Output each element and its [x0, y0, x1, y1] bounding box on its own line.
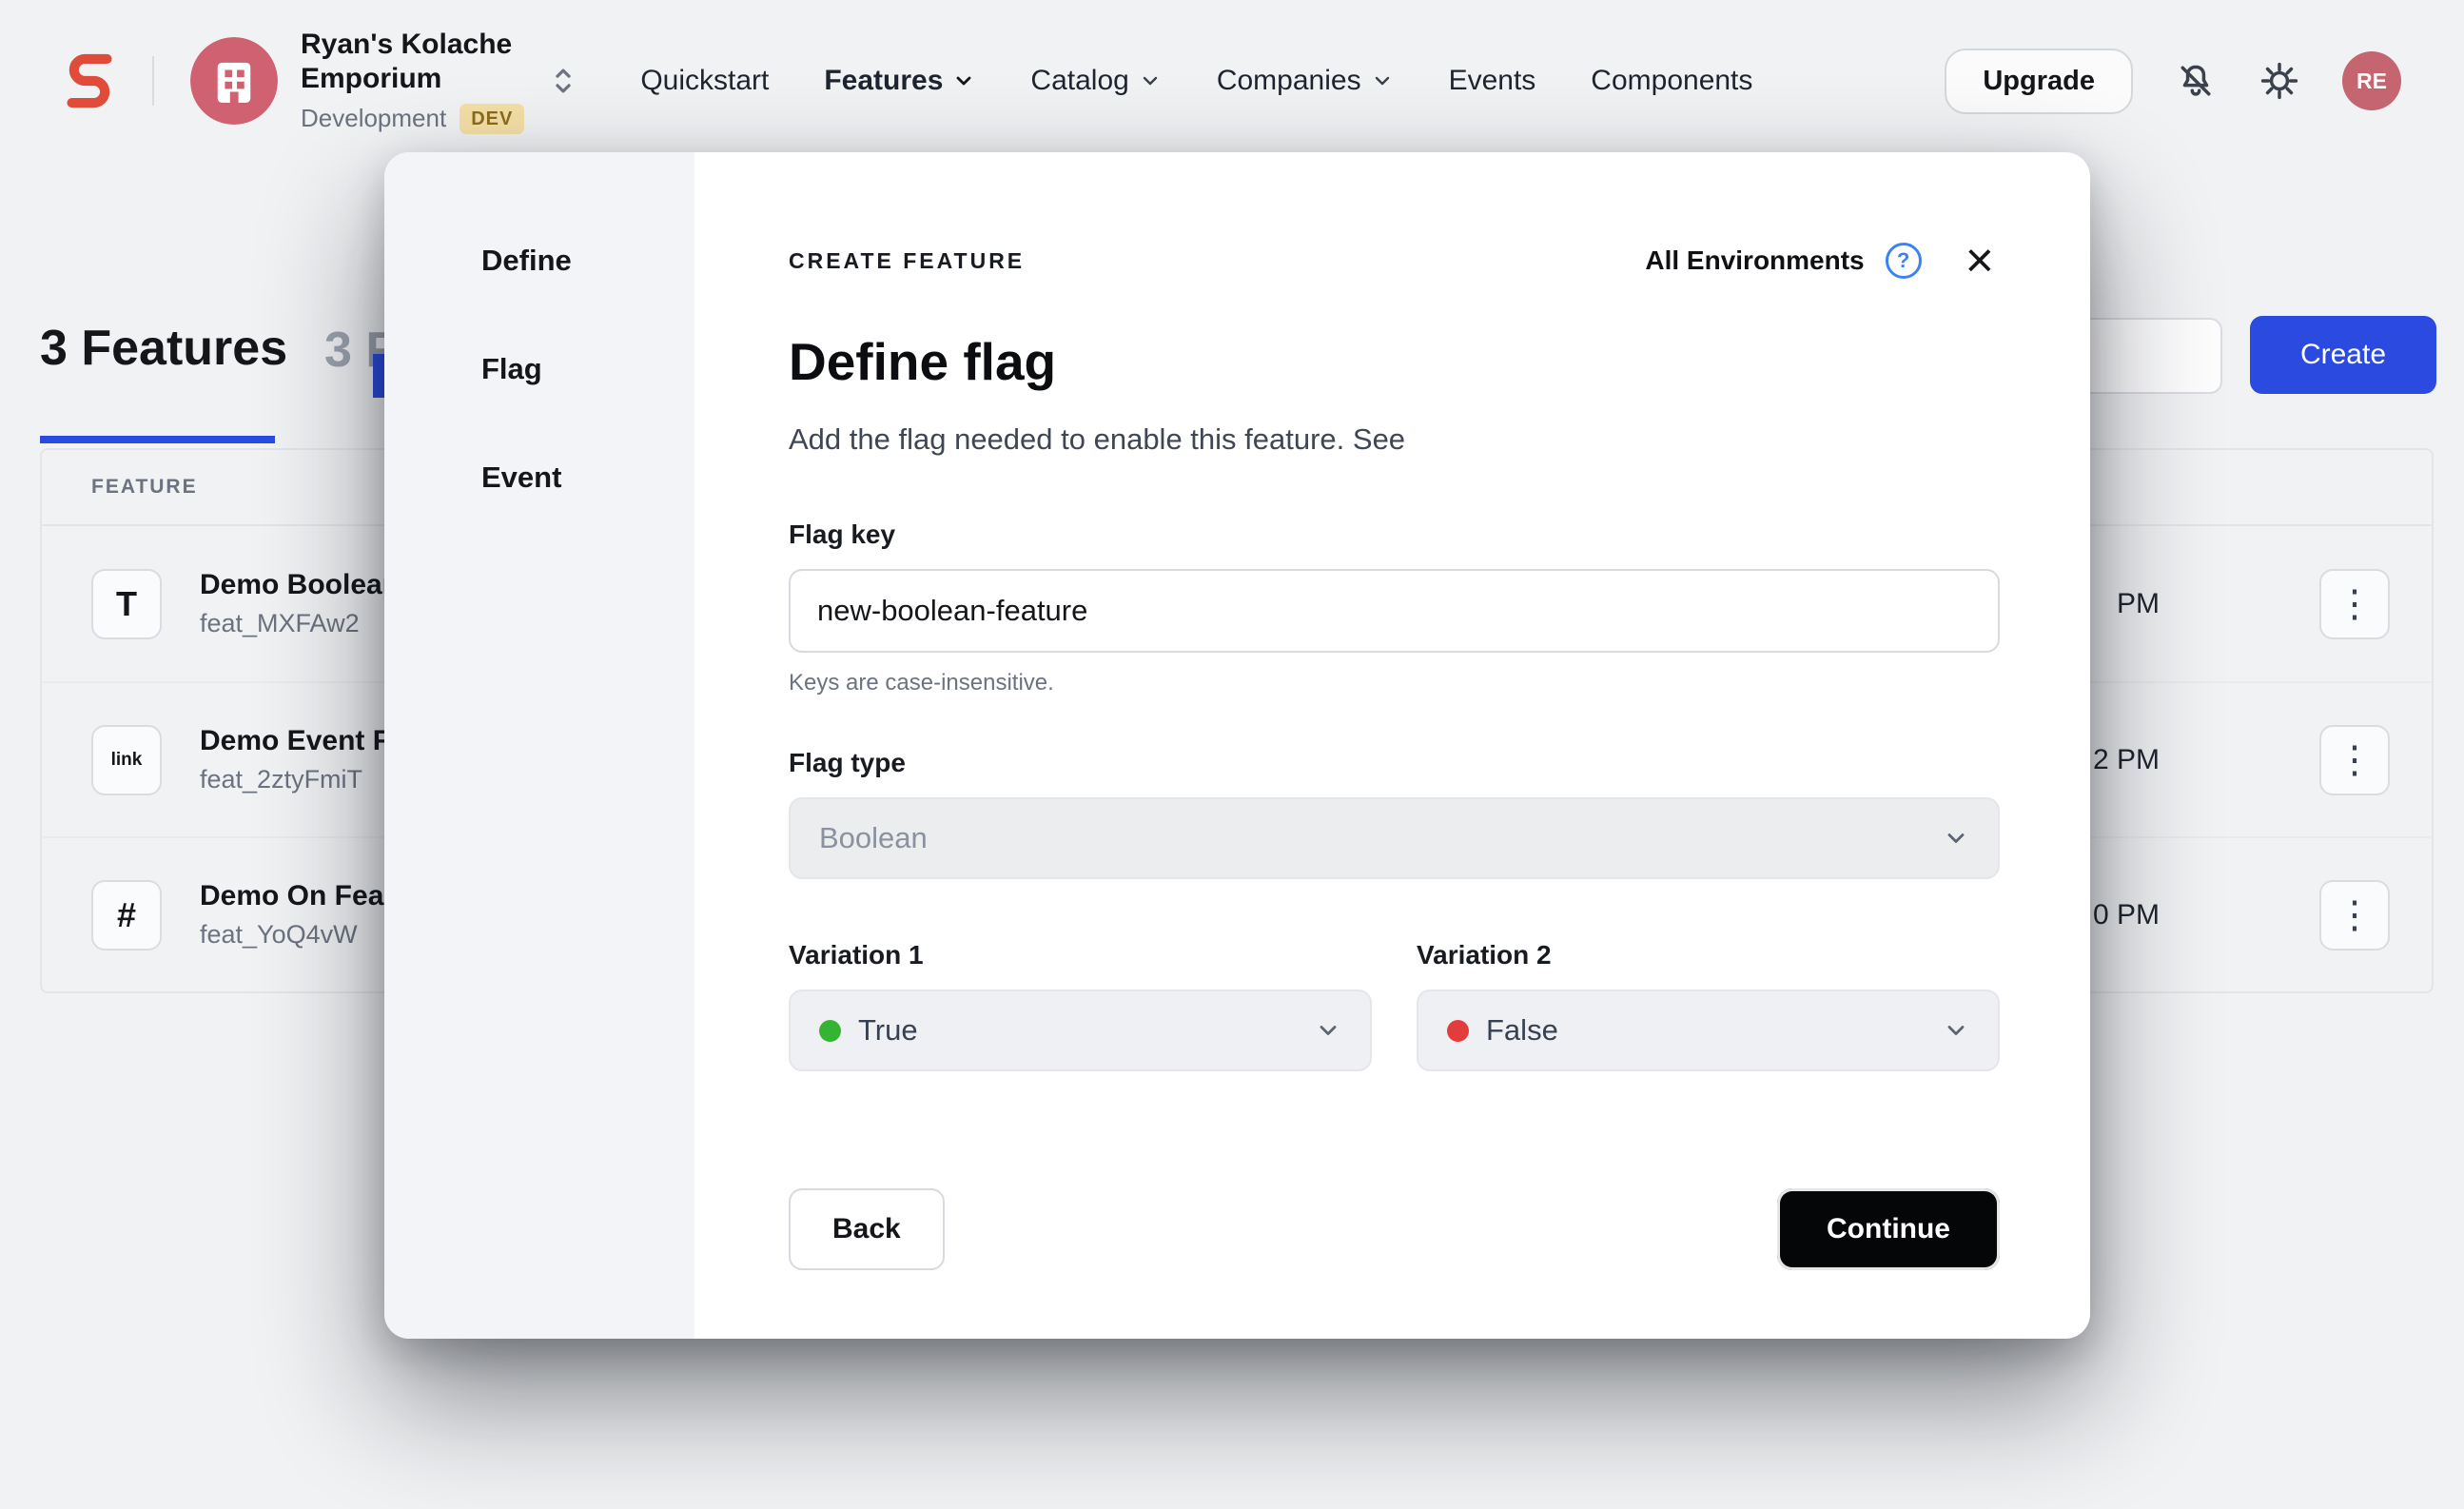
app-root: Ryan's Kolache Emporium Development DEV … — [0, 0, 2464, 1509]
flag-key-label: Flag key — [789, 519, 2000, 550]
feature-key: feat_MXFAw2 — [200, 608, 400, 638]
feature-updated-time: 2 PM — [2093, 744, 2160, 776]
chevron-down-icon — [1371, 69, 1394, 92]
close-icon[interactable]: × — [1960, 236, 2000, 285]
variation-1-label: Variation 1 — [789, 940, 1372, 970]
true-status-dot — [819, 1020, 841, 1042]
event-link-icon: link — [91, 725, 162, 795]
feature-key: feat_2ztyFmiT — [200, 764, 390, 794]
feature-key: feat_YoQ4vW — [200, 919, 383, 950]
variation-2-value: False — [1486, 1013, 1558, 1048]
flag-type-label: Flag type — [789, 748, 2000, 778]
modal-eyebrow: CREATE FEATURE — [789, 248, 1025, 274]
nav-item-label: Companies — [1217, 65, 1361, 97]
false-status-dot — [1447, 1020, 1469, 1042]
nav-item-label: Catalog — [1030, 65, 1128, 97]
step-event[interactable]: Event — [481, 461, 694, 495]
flag-key-input[interactable] — [789, 569, 2000, 653]
org-name-line2: Emporium — [301, 62, 524, 96]
nav-item-companies[interactable]: Companies — [1217, 65, 1394, 97]
org-switcher-chevrons-icon[interactable] — [549, 65, 577, 97]
variation-1-value: True — [858, 1013, 918, 1048]
chevron-down-icon — [1943, 1017, 1969, 1044]
org-block: Ryan's Kolache Emporium Development DEV — [301, 28, 524, 134]
env-dev-badge: DEV — [460, 104, 524, 134]
user-avatar[interactable]: RE — [2342, 51, 2401, 110]
back-button[interactable]: Back — [789, 1188, 945, 1270]
variation-1-select[interactable]: True — [789, 990, 1372, 1071]
create-button[interactable]: Create — [2250, 316, 2436, 394]
org-avatar[interactable] — [190, 37, 278, 125]
nav-item-label: Features — [824, 65, 943, 97]
chevron-down-icon — [1943, 825, 1969, 852]
modal-body: CREATE FEATURE All Environments ? × Defi… — [694, 152, 2090, 1339]
feature-updated-time: 0 PM — [2093, 899, 2160, 931]
active-tab-underline — [40, 436, 275, 443]
feature-updated-time: PM — [2117, 588, 2160, 620]
modal-subtitle: Add the flag needed to enable this featu… — [789, 422, 2000, 457]
feature-title: Demo Boolean — [200, 568, 400, 602]
nav-item-label: Quickstart — [640, 65, 769, 97]
row-menu-kebab-icon[interactable]: ⋮ — [2319, 569, 2390, 639]
org-environment-label: Development — [301, 104, 446, 133]
continue-button[interactable]: Continue — [1777, 1188, 2000, 1270]
nav-item-features[interactable]: Features — [824, 65, 975, 97]
nav-item-quickstart[interactable]: Quickstart — [640, 65, 769, 97]
nav-right-cluster: Upgrade RE — [1945, 49, 2401, 114]
modal-title: Define flag — [789, 331, 2000, 392]
modal-steps-sidebar: Define Flag Event — [384, 152, 694, 1339]
help-icon[interactable]: ? — [1886, 243, 1922, 279]
row-menu-kebab-icon[interactable]: ⋮ — [2319, 880, 2390, 950]
chevron-down-icon — [1139, 69, 1162, 92]
environment-selector[interactable]: All Environments — [1645, 245, 1864, 276]
nav-divider — [152, 56, 154, 106]
flag-type-select[interactable]: Boolean — [789, 797, 2000, 879]
row-menu-kebab-icon[interactable]: ⋮ — [2319, 725, 2390, 795]
nav-item-components[interactable]: Components — [1591, 65, 1752, 97]
upgrade-button[interactable]: Upgrade — [1945, 49, 2133, 114]
flag-key-helper: Keys are case-insensitive. — [789, 670, 2000, 696]
step-define[interactable]: Define — [481, 244, 694, 278]
step-flag[interactable]: Flag — [481, 352, 694, 386]
chevron-down-icon — [952, 69, 975, 92]
top-navigation: Ryan's Kolache Emporium Development DEV … — [0, 0, 2464, 162]
tab-features[interactable]: 3 Features — [40, 320, 287, 377]
notifications-bell-icon[interactable] — [2175, 60, 2217, 102]
create-feature-modal: Define Flag Event CREATE FEATURE All Env… — [384, 152, 2090, 1339]
schematic-logo-icon[interactable] — [63, 52, 116, 109]
settings-gear-icon[interactable] — [2259, 60, 2300, 102]
nav-item-label: Events — [1449, 65, 1536, 97]
numeric-hash-icon: # — [91, 880, 162, 950]
org-name-line1: Ryan's Kolache — [301, 28, 524, 62]
nav-links: Quickstart Features Catalog Companies Ev… — [640, 65, 1752, 97]
nav-item-catalog[interactable]: Catalog — [1030, 65, 1161, 97]
nav-item-events[interactable]: Events — [1449, 65, 1536, 97]
chevron-down-icon — [1315, 1017, 1341, 1044]
variation-2-select[interactable]: False — [1417, 990, 2000, 1071]
feature-title: Demo Event F — [200, 724, 390, 758]
feature-title: Demo On Fea — [200, 879, 383, 913]
boolean-type-icon: T — [91, 569, 162, 639]
building-icon — [190, 37, 278, 125]
variation-2-label: Variation 2 — [1417, 940, 2000, 970]
nav-item-label: Components — [1591, 65, 1752, 97]
flag-type-value: Boolean — [819, 821, 928, 855]
